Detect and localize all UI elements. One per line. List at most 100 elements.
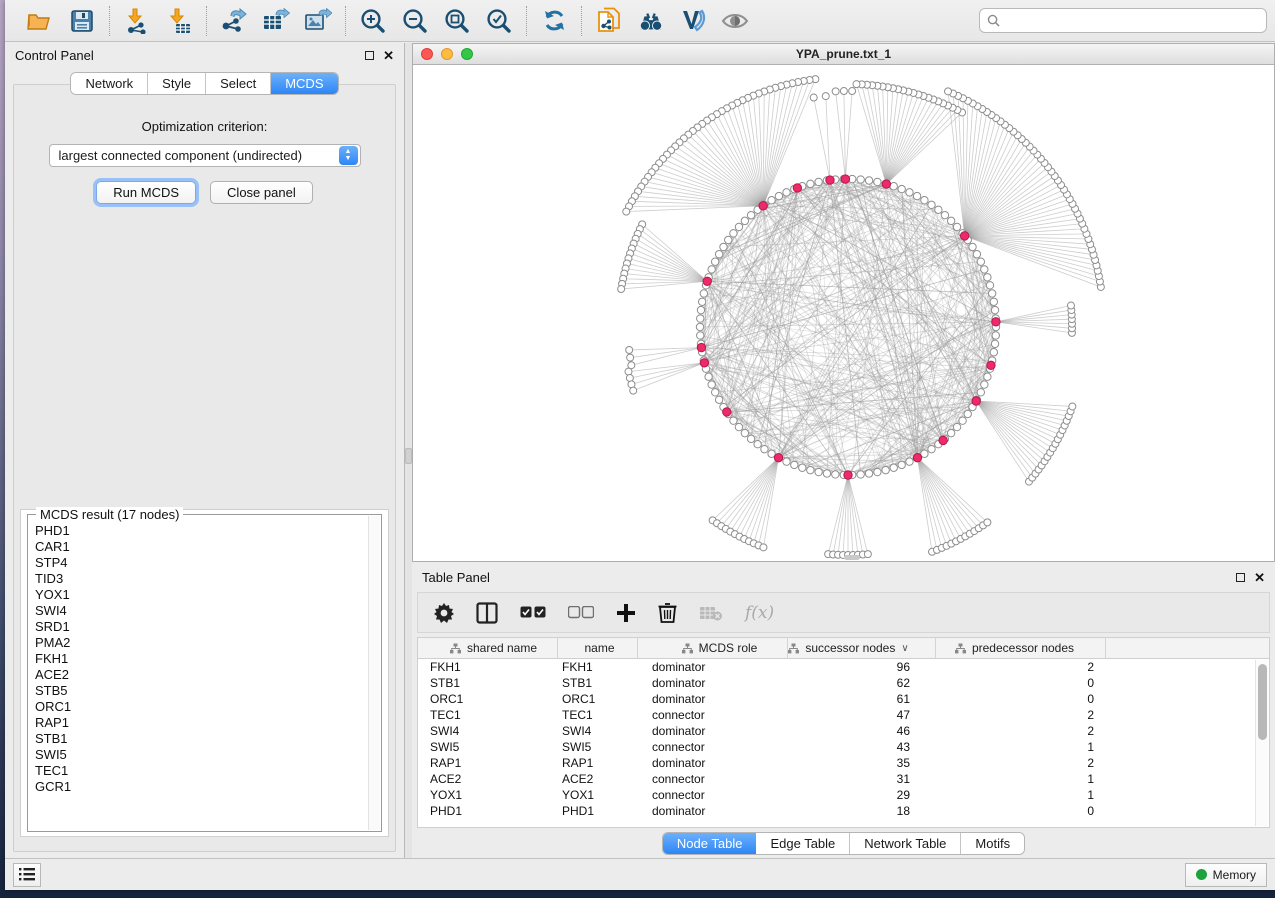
table-row[interactable]: SWI5SWI5connector431	[418, 739, 1269, 755]
search-box[interactable]	[979, 8, 1267, 33]
list-item[interactable]: ORC1	[35, 699, 367, 715]
list-item[interactable]: YOX1	[35, 587, 367, 603]
criterion-value: largest connected component (undirected)	[50, 148, 339, 163]
mcds-result-box: MCDS result (17 nodes) PHD1 CAR1 STP4 TI…	[20, 509, 389, 837]
find-icon[interactable]	[637, 7, 665, 35]
deselect-all-icon[interactable]	[568, 606, 594, 619]
network-hscrollbar-thumb[interactable]	[844, 555, 860, 560]
float-panel-icon[interactable]	[365, 51, 374, 60]
vizmapper-icon[interactable]	[679, 7, 707, 35]
list-item[interactable]: PHD1	[35, 523, 367, 539]
delete-column-icon[interactable]	[658, 602, 677, 623]
result-list-scrollbar[interactable]	[368, 516, 380, 830]
list-item[interactable]: GCR1	[35, 779, 367, 795]
function-builder-icon: f(x)	[745, 603, 774, 623]
list-item[interactable]: TID3	[35, 571, 367, 587]
table-row[interactable]: FKH1FKH1dominator962	[418, 659, 1269, 675]
close-panel-icon[interactable]: ✕	[383, 51, 394, 60]
list-item[interactable]: STB5	[35, 683, 367, 699]
table-row[interactable]: RAP1RAP1dominator352	[418, 755, 1269, 771]
tab-style[interactable]: Style	[148, 73, 206, 94]
new-network-from-file-icon[interactable]	[595, 7, 623, 35]
column-header-mcds-role[interactable]: MCDS role	[638, 638, 788, 658]
column-type-icon	[955, 643, 966, 654]
list-item[interactable]: TEC1	[35, 763, 367, 779]
status-bar: Memory	[5, 858, 1275, 890]
tab-motifs[interactable]: Motifs	[961, 833, 1024, 854]
mcds-result-list[interactable]: PHD1 CAR1 STP4 TID3 YOX1 SWI4 SRD1 PMA2 …	[32, 523, 367, 827]
tab-edge-table[interactable]: Edge Table	[756, 833, 850, 854]
list-item[interactable]: SWI5	[35, 747, 367, 763]
table-row[interactable]: ACE2ACE2connector311	[418, 771, 1269, 787]
tab-network-table[interactable]: Network Table	[850, 833, 961, 854]
column-header-shared-name[interactable]: shared name	[418, 638, 558, 658]
export-image-icon[interactable]	[304, 7, 332, 35]
list-item[interactable]: RAP1	[35, 715, 367, 731]
tab-select[interactable]: Select	[206, 73, 271, 94]
table-row[interactable]: PHD1PHD1dominator180	[418, 803, 1269, 819]
memory-label: Memory	[1213, 868, 1256, 882]
memory-button[interactable]: Memory	[1185, 863, 1267, 887]
zoom-fit-icon[interactable]	[443, 7, 471, 35]
task-history-button[interactable]	[13, 863, 41, 887]
search-input[interactable]	[1005, 14, 1259, 28]
select-all-icon[interactable]	[520, 606, 546, 619]
table-scrollbar[interactable]	[1255, 660, 1268, 826]
table-row[interactable]: SWI4SWI4dominator462	[418, 723, 1269, 739]
window-maximize-icon[interactable]	[461, 48, 473, 60]
open-session-icon[interactable]	[26, 7, 54, 35]
table-row[interactable]: ORC1ORC1dominator610	[418, 691, 1269, 707]
table-row[interactable]: YOX1YOX1connector291	[418, 787, 1269, 803]
column-header-predecessor-nodes[interactable]: predecessor nodes	[936, 638, 1106, 658]
sort-chevron-icon[interactable]: ∨	[901, 643, 908, 654]
show-column-panel-icon[interactable]	[476, 602, 498, 624]
tab-network[interactable]: Network	[71, 73, 148, 94]
column-type-icon	[682, 643, 693, 654]
search-icon	[987, 14, 1000, 27]
list-item[interactable]: CAR1	[35, 539, 367, 555]
zoom-in-icon[interactable]	[359, 7, 387, 35]
close-panel-icon[interactable]: ✕	[1254, 573, 1265, 582]
panel-splitter[interactable]	[405, 43, 412, 858]
node-table: shared name name MCDS role successor nod…	[417, 637, 1270, 828]
close-panel-button[interactable]: Close panel	[210, 181, 313, 204]
tab-node-table[interactable]: Node Table	[663, 833, 757, 854]
splitter-grip[interactable]	[405, 448, 412, 464]
zoom-selected-icon[interactable]	[485, 7, 513, 35]
list-item[interactable]: STB1	[35, 731, 367, 747]
list-item[interactable]: SWI4	[35, 603, 367, 619]
network-window-titlebar[interactable]: YPA_prune.txt_1	[413, 44, 1274, 65]
run-mcds-button[interactable]: Run MCDS	[96, 181, 196, 204]
save-session-icon[interactable]	[68, 7, 96, 35]
column-header-successor-nodes[interactable]: successor nodes ∨	[788, 638, 936, 658]
column-label: MCDS role	[699, 641, 758, 655]
table-row[interactable]: TEC1TEC1connector472	[418, 707, 1269, 723]
list-item[interactable]: FKH1	[35, 651, 367, 667]
list-item[interactable]: ACE2	[35, 667, 367, 683]
window-minimize-icon[interactable]	[441, 48, 453, 60]
network-graph[interactable]	[413, 65, 1274, 561]
float-panel-icon[interactable]	[1236, 573, 1245, 582]
list-item[interactable]: STP4	[35, 555, 367, 571]
application-window: Control Panel ✕ Network Style Select MCD…	[5, 0, 1275, 890]
column-header-name[interactable]: name	[558, 638, 638, 658]
table-tabs: Node Table Edge Table Network Table Moti…	[412, 828, 1275, 858]
table-row[interactable]: STB1STB1dominator620	[418, 675, 1269, 691]
column-label: name	[584, 641, 614, 655]
criterion-dropdown[interactable]: largest connected component (undirected)…	[49, 144, 361, 167]
tab-mcds[interactable]: MCDS	[271, 73, 337, 94]
zoom-out-icon[interactable]	[401, 7, 429, 35]
import-table-icon[interactable]	[165, 7, 193, 35]
network-canvas[interactable]	[413, 65, 1274, 561]
refresh-icon[interactable]	[540, 7, 568, 35]
export-network-icon[interactable]	[220, 7, 248, 35]
show-hide-graphics-icon[interactable]	[721, 7, 749, 35]
add-column-icon[interactable]	[616, 603, 636, 623]
list-item[interactable]: PMA2	[35, 635, 367, 651]
window-close-icon[interactable]	[421, 48, 433, 60]
list-item[interactable]: SRD1	[35, 619, 367, 635]
export-table-icon[interactable]	[262, 7, 290, 35]
table-settings-icon[interactable]	[434, 603, 454, 623]
table-scrollbar-thumb[interactable]	[1258, 664, 1267, 740]
import-network-icon[interactable]	[123, 7, 151, 35]
